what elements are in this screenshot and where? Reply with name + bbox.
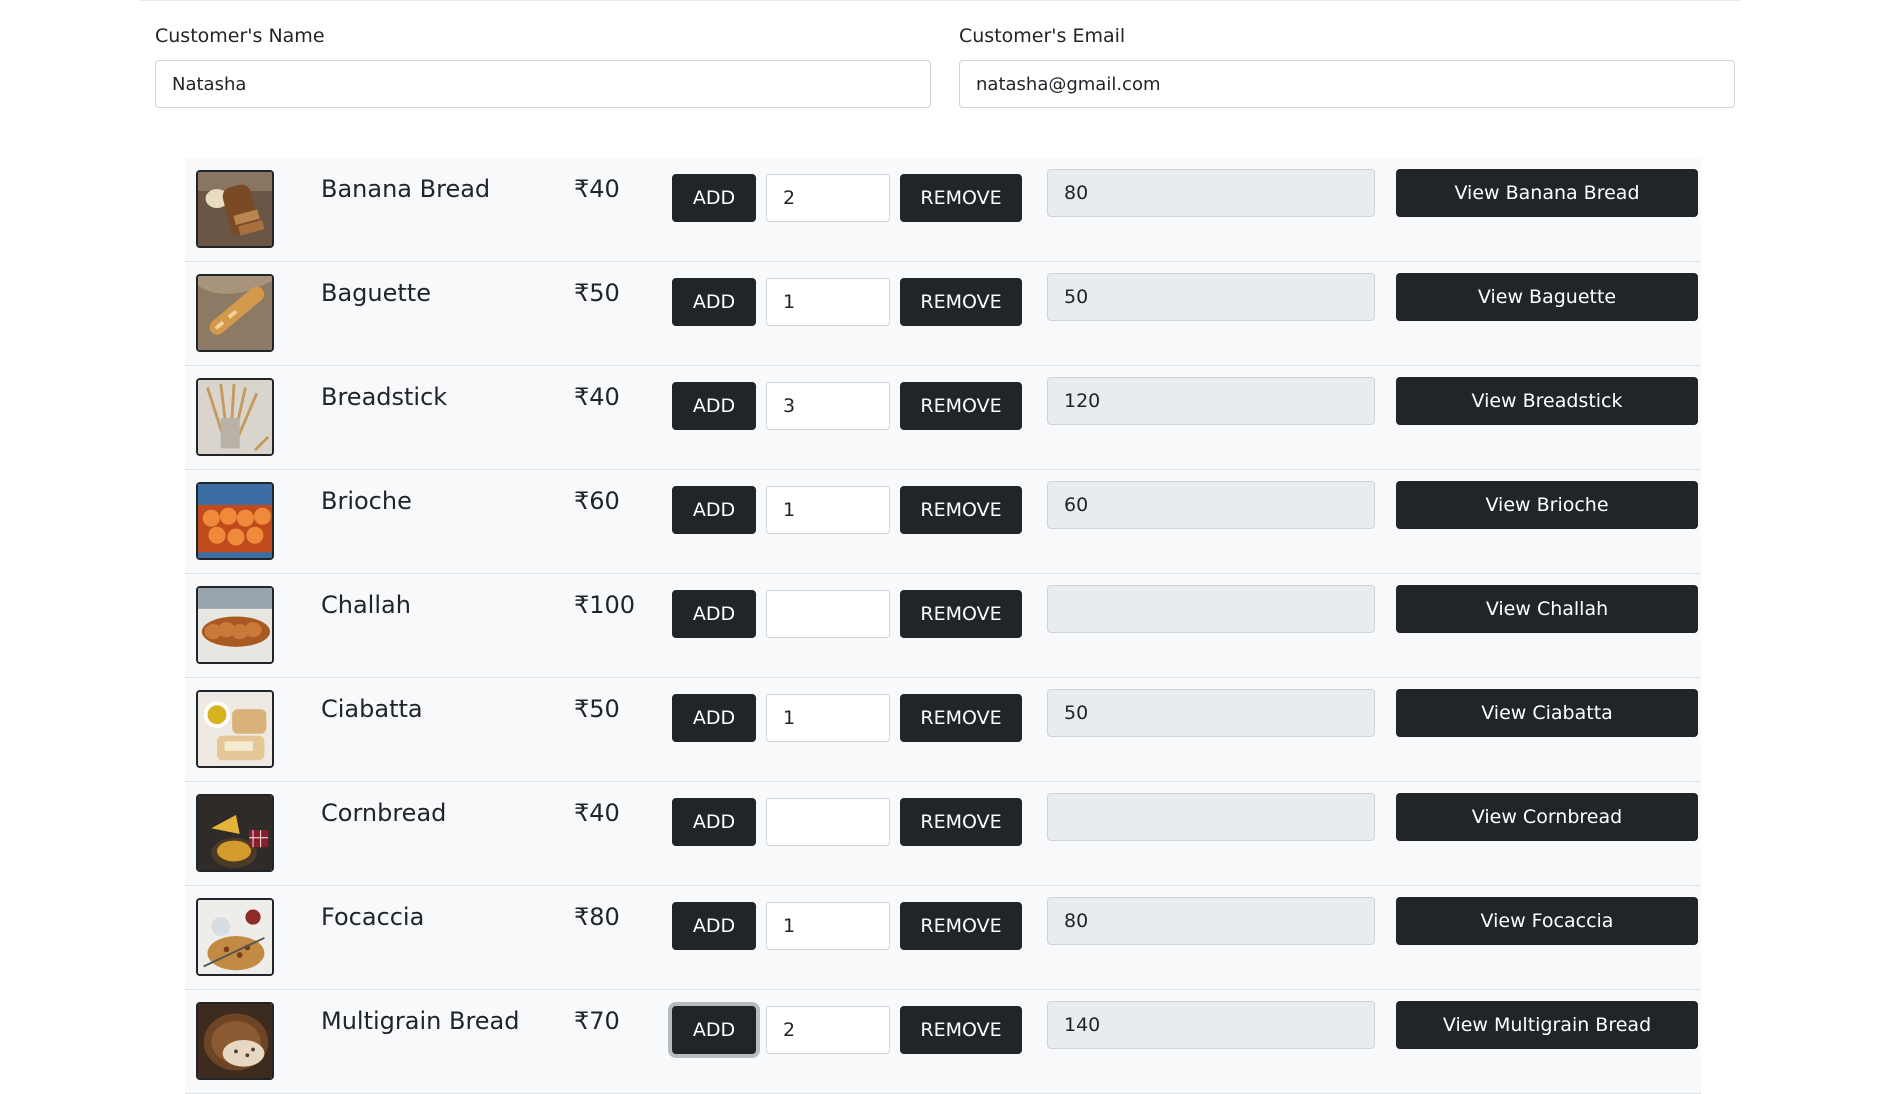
product-image <box>196 170 274 248</box>
customer-name-input[interactable] <box>155 60 931 108</box>
product-price: ₹40 <box>574 175 620 203</box>
add-button[interactable]: ADD <box>672 486 756 534</box>
product-name: Brioche <box>321 487 412 515</box>
add-button[interactable]: ADD <box>672 590 756 638</box>
remove-button[interactable]: REMOVE <box>900 902 1022 950</box>
product-row: Banana Bread ₹40 ADD REMOVE View Banana … <box>185 158 1701 262</box>
add-button[interactable]: ADD <box>672 174 756 222</box>
remove-button[interactable]: REMOVE <box>900 486 1022 534</box>
product-image <box>196 1002 274 1080</box>
product-row: Multigrain Bread ₹70 ADD REMOVE View Mul… <box>185 990 1701 1094</box>
view-product-button[interactable]: View Brioche <box>1396 481 1698 529</box>
product-name: Breadstick <box>321 383 448 411</box>
quantity-input[interactable] <box>766 486 890 534</box>
product-row: Baguette ₹50 ADD REMOVE View Baguette <box>185 262 1701 366</box>
product-price: ₹60 <box>574 487 620 515</box>
remove-button[interactable]: REMOVE <box>900 798 1022 846</box>
product-row: Challah ₹100 ADD REMOVE View Challah <box>185 574 1701 678</box>
product-row: Focaccia ₹80 ADD REMOVE View Focaccia <box>185 886 1701 990</box>
total-field <box>1047 793 1375 841</box>
product-row: Brioche ₹60 ADD REMOVE View Brioche <box>185 470 1701 574</box>
total-field <box>1047 169 1375 217</box>
view-product-button[interactable]: View Challah <box>1396 585 1698 633</box>
remove-button[interactable]: REMOVE <box>900 174 1022 222</box>
add-button[interactable]: ADD <box>672 694 756 742</box>
remove-button[interactable]: REMOVE <box>900 694 1022 742</box>
add-button[interactable]: ADD <box>672 1006 756 1054</box>
customer-email-input[interactable] <box>959 60 1735 108</box>
customer-name-group: Customer's Name <box>155 22 931 108</box>
top-divider <box>140 0 1740 1</box>
customer-email-label: Customer's Email <box>959 25 1126 47</box>
product-price: ₹80 <box>574 903 620 931</box>
product-row: Cornbread ₹40 ADD REMOVE View Cornbread <box>185 782 1701 886</box>
product-row: Breadstick ₹40 ADD REMOVE View Breadstic… <box>185 366 1701 470</box>
product-row: Ciabatta ₹50 ADD REMOVE View Ciabatta <box>185 678 1701 782</box>
add-button[interactable]: ADD <box>672 902 756 950</box>
remove-button[interactable]: REMOVE <box>900 278 1022 326</box>
quantity-input[interactable] <box>766 278 890 326</box>
view-product-button[interactable]: View Ciabatta <box>1396 689 1698 737</box>
total-field <box>1047 585 1375 633</box>
product-image <box>196 586 274 664</box>
product-image <box>196 378 274 456</box>
customer-name-label: Customer's Name <box>155 25 325 47</box>
product-name: Challah <box>321 591 411 619</box>
product-image <box>196 898 274 976</box>
view-product-button[interactable]: View Cornbread <box>1396 793 1698 841</box>
view-product-button[interactable]: View Banana Bread <box>1396 169 1698 217</box>
total-field <box>1047 897 1375 945</box>
quantity-input[interactable] <box>766 694 890 742</box>
product-price: ₹50 <box>574 695 620 723</box>
product-price: ₹50 <box>574 279 620 307</box>
product-price: ₹40 <box>574 383 620 411</box>
quantity-input[interactable] <box>766 798 890 846</box>
customer-email-group: Customer's Email <box>959 22 1735 108</box>
product-name: Ciabatta <box>321 695 423 723</box>
remove-button[interactable]: REMOVE <box>900 590 1022 638</box>
total-field <box>1047 481 1375 529</box>
product-price: ₹40 <box>574 799 620 827</box>
product-image <box>196 794 274 872</box>
remove-button[interactable]: REMOVE <box>900 1006 1022 1054</box>
view-product-button[interactable]: View Multigrain Bread <box>1396 1001 1698 1049</box>
product-price: ₹100 <box>574 591 636 619</box>
product-name: Baguette <box>321 279 431 307</box>
total-field <box>1047 1001 1375 1049</box>
product-name: Focaccia <box>321 903 425 931</box>
quantity-input[interactable] <box>766 902 890 950</box>
view-product-button[interactable]: View Breadstick <box>1396 377 1698 425</box>
quantity-input[interactable] <box>766 1006 890 1054</box>
add-button[interactable]: ADD <box>672 278 756 326</box>
total-field <box>1047 689 1375 737</box>
product-image <box>196 274 274 352</box>
add-button[interactable]: ADD <box>672 382 756 430</box>
quantity-input[interactable] <box>766 590 890 638</box>
product-name: Banana Bread <box>321 175 491 203</box>
product-table: Banana Bread ₹40 ADD REMOVE View Banana … <box>185 158 1701 1094</box>
remove-button[interactable]: REMOVE <box>900 382 1022 430</box>
product-image <box>196 482 274 560</box>
product-name: Cornbread <box>321 799 447 827</box>
total-field <box>1047 273 1375 321</box>
add-button[interactable]: ADD <box>672 798 756 846</box>
view-product-button[interactable]: View Focaccia <box>1396 897 1698 945</box>
customer-form: Customer's Name Customer's Email <box>155 22 1735 112</box>
quantity-input[interactable] <box>766 382 890 430</box>
view-product-button[interactable]: View Baguette <box>1396 273 1698 321</box>
product-name: Multigrain Bread <box>321 1007 520 1035</box>
product-image <box>196 690 274 768</box>
product-price: ₹70 <box>574 1007 620 1035</box>
quantity-input[interactable] <box>766 174 890 222</box>
total-field <box>1047 377 1375 425</box>
